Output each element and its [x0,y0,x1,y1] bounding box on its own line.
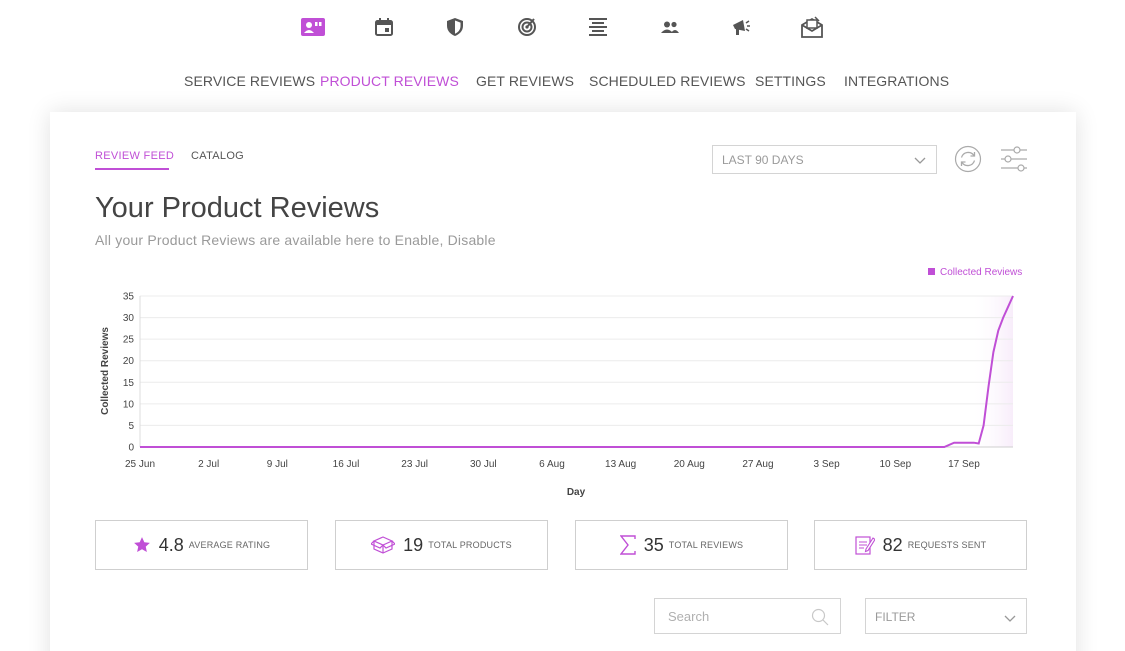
sliders-icon [1001,146,1027,172]
stat-label: TOTAL PRODUCTS [428,540,512,550]
stat-label: REQUESTS SENT [907,540,987,550]
subtab-review-feed[interactable]: REVIEW FEED [95,150,174,162]
x-tick-label: 23 Jul [401,459,428,470]
x-tick-label: 9 Jul [267,459,288,470]
align-center-icon[interactable] [585,14,611,40]
active-subtab-indicator [95,168,169,170]
edit-document-icon [855,535,875,555]
collected-reviews-chart: 0 5 10 15 20 25 30 35 25 Jun 2 Jul 9 Jul 16 Jul 23 … [100,292,1014,498]
target-icon[interactable] [514,14,540,40]
search-box [654,598,841,634]
calendar-icon[interactable] [371,14,397,40]
tab-service-reviews[interactable]: SERVICE REVIEWS [184,73,315,89]
legend-label: Collected Reviews [940,267,1023,278]
x-axis-label: Day [567,487,586,498]
x-tick-label: 27 Aug [742,459,773,470]
series-line [140,295,1014,448]
x-tick-label: 25 Jun [125,459,155,470]
search-icon[interactable] [811,608,829,629]
legend-swatch [928,268,935,275]
x-tick-label: 3 Sep [814,459,841,470]
y-tick-label: 15 [123,378,135,389]
sigma-icon [619,535,636,555]
tab-product-reviews[interactable]: PRODUCT REVIEWS [320,73,459,89]
stat-value: 4.8 [158,534,184,555]
x-tick-label: 13 Aug [605,459,636,470]
main-nav: SERVICE REVIEWS PRODUCT REVIEWS GET REVI… [0,73,1125,93]
top-icon-bar [0,14,1125,40]
y-tick-label: 20 [123,356,135,367]
search-input[interactable] [668,609,808,624]
x-tick-label: 6 Aug [539,459,565,470]
star-icon [133,536,151,554]
y-tick-label: 25 [123,335,135,346]
x-tick-label: 20 Aug [674,459,705,470]
main-card: REVIEW FEED CATALOG LAST 90 DAYS Your Pr… [50,112,1076,651]
stat-label: TOTAL REVIEWS [668,540,744,550]
stat-value: 82 [882,534,903,555]
refresh-button[interactable] [954,145,982,173]
page-subtitle: All your Product Reviews are available h… [95,232,496,248]
x-tick-label: 2 Jul [198,459,219,470]
chevron-down-icon [914,154,926,168]
reviews-icon[interactable] [300,14,326,40]
shield-icon[interactable] [442,14,468,40]
stat-requests-sent: 82 REQUESTS SENT [814,520,1027,570]
y-tick-label: 30 [123,313,135,324]
stat-total-reviews: 35 TOTAL REVIEWS [575,520,788,570]
users-icon[interactable] [657,14,683,40]
box-icon [371,535,396,555]
stat-total-products: 19 TOTAL PRODUCTS [335,520,548,570]
chart-legend[interactable]: Collected Reviews [928,267,1022,278]
x-tick-label: 10 Sep [879,459,911,470]
filter-value: FILTER [875,610,916,624]
filter-settings-button[interactable] [1000,146,1028,172]
y-axis-label: Collected Reviews [100,327,111,415]
page-title: Your Product Reviews [95,192,380,224]
megaphone-icon[interactable] [728,14,754,40]
subtab-catalog[interactable]: CATALOG [191,150,244,162]
x-tick-label: 30 Jul [470,459,497,470]
date-range-value: LAST 90 DAYS [722,153,804,167]
date-range-select[interactable]: LAST 90 DAYS [712,145,937,174]
stat-average-rating: 4.8 AVERAGE RATING [95,520,308,570]
filter-select[interactable]: FILTER [865,598,1027,634]
x-tick-label: 16 Jul [333,459,360,470]
y-tick-label: 5 [128,421,134,432]
tab-settings[interactable]: SETTINGS [755,73,826,89]
tab-scheduled-reviews[interactable]: SCHEDULED REVIEWS [589,73,746,89]
y-tick-label: 35 [123,292,135,303]
stat-label: AVERAGE RATING [188,540,271,550]
x-tick-label: 17 Sep [948,459,980,470]
chevron-down-icon [1004,612,1016,626]
tab-get-reviews[interactable]: GET REVIEWS [476,73,574,89]
y-tick-label: 0 [128,443,134,454]
stat-value: 35 [643,534,664,555]
tab-integrations[interactable]: INTEGRATIONS [844,73,949,89]
envelope-icon[interactable] [799,14,825,40]
stat-value: 19 [403,534,424,555]
refresh-icon [954,145,982,173]
y-tick-label: 10 [123,399,135,410]
